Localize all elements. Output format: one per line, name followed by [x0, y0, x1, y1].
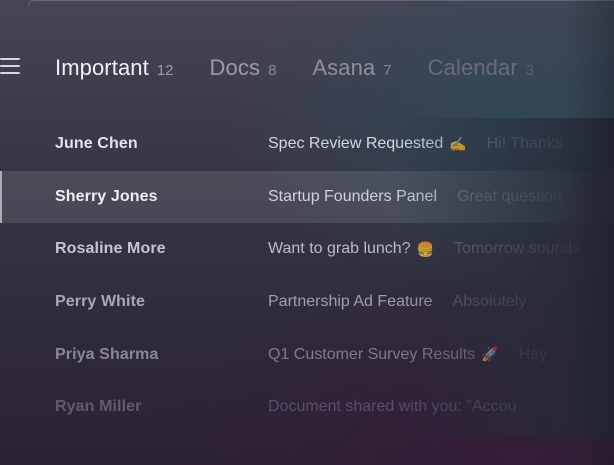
tab-label: Important: [55, 55, 149, 80]
message-subject-line: Document shared with you: "Accou: [268, 398, 516, 416]
message-subject: Want to grab lunch?: [268, 240, 411, 258]
message-row[interactable]: June Chen Spec Review Requested ✍️ Hi! T…: [0, 118, 614, 171]
message-preview: Great question: [457, 187, 562, 205]
message-sender: Rosaline More: [55, 240, 166, 258]
message-sender: Ryan Miller: [55, 398, 142, 416]
message-list: June Chen Spec Review Requested ✍️ Hi! T…: [0, 118, 614, 434]
message-subject-line: Q1 Customer Survey Results 🚀 Hey: [268, 346, 547, 364]
split-inbox-tabs: Important 12 Docs 8 Asana 7 Calendar 3: [55, 55, 570, 81]
tab-label: Asana: [312, 55, 376, 80]
window-frame-edge: [28, 0, 614, 7]
hamburger-menu-icon[interactable]: [0, 57, 20, 77]
message-row[interactable]: Priya Sharma Q1 Customer Survey Results …: [0, 328, 614, 381]
tab-count: 7: [383, 62, 392, 79]
tab-count: 12: [156, 62, 174, 79]
message-row-selected[interactable]: Sherry Jones Startup Founders Panel Grea…: [0, 170, 614, 224]
rocket-emoji-icon: 🚀: [481, 346, 499, 363]
tab-asana[interactable]: Asana 7: [312, 55, 391, 81]
message-sender: Perry White: [55, 293, 146, 311]
message-subject: Q1 Customer Survey Results: [268, 345, 476, 363]
message-subject: Partnership Ad Feature: [268, 293, 433, 311]
message-preview: Absolutely: [452, 293, 527, 311]
message-subject-line: Spec Review Requested ✍️ Hi! Thanks: [268, 135, 563, 153]
message-subject-line: Startup Founders Panel Great question: [268, 188, 562, 206]
message-subject-line: Partnership Ad Feature Absolutely: [268, 293, 526, 311]
message-sender: Sherry Jones: [55, 187, 158, 205]
message-subject-line: Want to grab lunch? 🍔 Tomorrow sounds: [268, 240, 580, 258]
tab-count: 8: [268, 62, 277, 79]
tab-calendar[interactable]: Calendar 3: [428, 55, 534, 81]
message-preview: Tomorrow sounds: [454, 240, 581, 258]
message-subject: Spec Review Requested: [268, 135, 444, 153]
message-row[interactable]: Perry White Partnership Ad Feature Absol…: [0, 276, 614, 329]
message-preview: Hi! Thanks: [486, 135, 563, 153]
message-row[interactable]: Ryan Miller Document shared with you: "A…: [0, 381, 614, 434]
tab-label: Calendar: [427, 55, 518, 80]
tab-label: Docs: [209, 55, 261, 80]
hamburger-emoji-icon: 🍔: [416, 240, 435, 257]
message-row[interactable]: Rosaline More Want to grab lunch? 🍔 Tomo…: [0, 223, 614, 276]
message-sender: June Chen: [55, 135, 138, 153]
tab-important[interactable]: Important 12: [55, 55, 174, 81]
writing-hand-emoji-icon: ✍️: [449, 135, 467, 152]
message-sender: Priya Sharma: [55, 345, 159, 363]
message-subject: Startup Founders Panel: [268, 187, 437, 205]
message-preview: Hey: [518, 345, 548, 363]
message-subject: Document shared with you: "Accou: [268, 398, 517, 416]
tab-count: 3: [525, 62, 535, 79]
tab-docs[interactable]: Docs 8: [210, 55, 277, 81]
